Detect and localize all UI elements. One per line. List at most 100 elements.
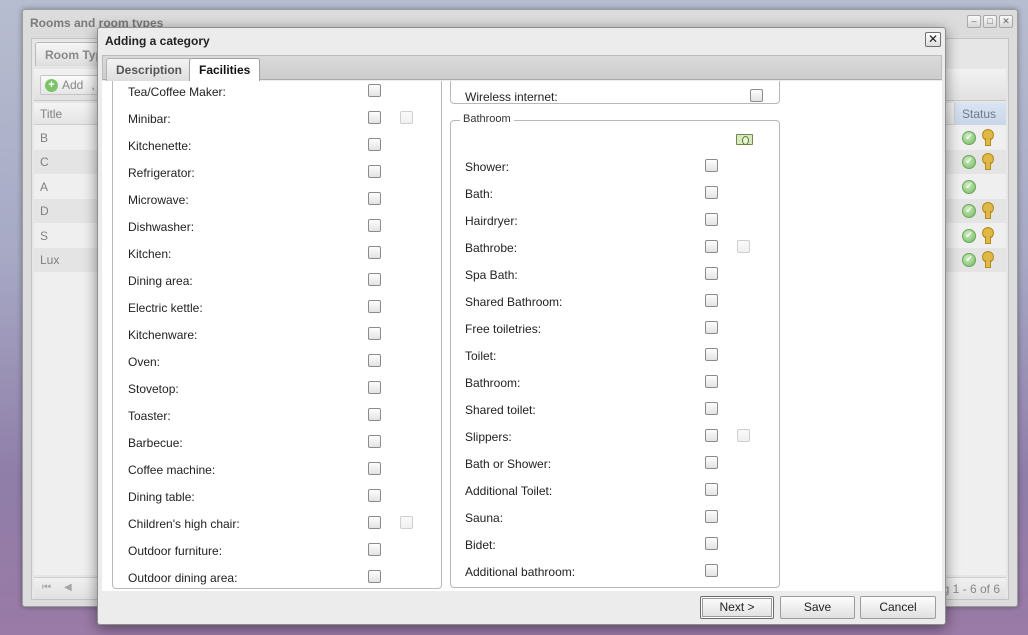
- status-ok-icon: [962, 199, 976, 223]
- key-icon: [981, 153, 994, 171]
- facility-checkbox[interactable]: [368, 462, 381, 475]
- facility-checkbox[interactable]: [705, 564, 718, 577]
- facility-checkbox[interactable]: [705, 240, 718, 253]
- facility-row: Bathroom:: [465, 374, 765, 394]
- facility-checkbox[interactable]: [705, 186, 718, 199]
- facility-checkbox[interactable]: [705, 483, 718, 496]
- dialog-close-button[interactable]: ✕: [925, 32, 941, 47]
- facility-label: Children's high chair:: [128, 517, 240, 531]
- status-ok-icon: [962, 126, 976, 150]
- facility-checkbox[interactable]: [368, 408, 381, 421]
- facility-checkbox[interactable]: [368, 219, 381, 232]
- first-page-icon[interactable]: ⏮: [42, 582, 54, 594]
- facility-row: Kitchenware:: [128, 326, 428, 346]
- column-header-status[interactable]: Status ▼: [954, 103, 1006, 142]
- facility-label: Barbecue:: [128, 436, 183, 450]
- facility-row: Electric kettle:: [128, 299, 428, 319]
- facility-row: Toaster:: [128, 407, 428, 427]
- facility-row: Bath:: [465, 185, 765, 205]
- facility-row: Refrigerator:: [128, 164, 428, 184]
- extra-charge-checkbox[interactable]: [400, 111, 413, 124]
- add-separator: ,: [91, 78, 95, 92]
- facility-checkbox[interactable]: [368, 516, 381, 529]
- extra-charge-checkbox[interactable]: [737, 429, 750, 442]
- facility-checkbox[interactable]: [705, 213, 718, 226]
- facility-checkbox[interactable]: [705, 321, 718, 334]
- facility-checkbox[interactable]: [368, 192, 381, 205]
- facility-label: Bathroom:: [465, 376, 521, 390]
- facility-row: Barbecue:: [128, 434, 428, 454]
- facility-label: Dining area:: [128, 274, 193, 288]
- facility-label: Tea/Coffee Maker:: [128, 85, 226, 99]
- facility-row: Hairdryer:: [465, 212, 765, 232]
- facility-label: Outdoor furniture:: [128, 544, 223, 558]
- dialog-title: Adding a category: [105, 34, 210, 48]
- facility-checkbox[interactable]: [368, 570, 381, 583]
- facility-checkbox[interactable]: [368, 273, 381, 286]
- extra-charge-checkbox[interactable]: [400, 516, 413, 529]
- money-icon: [736, 134, 753, 145]
- facility-checkbox[interactable]: [368, 300, 381, 313]
- facility-row: Dishwasher:: [128, 218, 428, 238]
- facility-row: Kitchenette:: [128, 137, 428, 157]
- facility-checkbox[interactable]: [368, 435, 381, 448]
- facility-checkbox[interactable]: [368, 138, 381, 151]
- next-button[interactable]: Next >: [700, 596, 774, 619]
- status-ok-icon: [962, 224, 976, 248]
- maximize-button[interactable]: □: [983, 15, 997, 28]
- facility-row: Bidet:: [465, 536, 765, 556]
- minimize-button[interactable]: –: [967, 15, 981, 28]
- facility-checkbox[interactable]: [705, 456, 718, 469]
- facility-row: Outdoor dining area:: [128, 569, 428, 589]
- facility-checkbox[interactable]: [750, 89, 763, 102]
- bathroom-legend: Bathroom: [460, 113, 514, 125]
- facility-checkbox[interactable]: [368, 354, 381, 367]
- add-button[interactable]: + Add ,: [40, 75, 102, 95]
- extra-charge-checkbox[interactable]: [737, 240, 750, 253]
- facility-label: Kitchen:: [128, 247, 172, 261]
- facility-checkbox[interactable]: [368, 84, 381, 97]
- tab-facilities[interactable]: Facilities: [189, 58, 261, 82]
- facility-label: Dining table:: [128, 490, 195, 504]
- facility-checkbox[interactable]: [368, 165, 381, 178]
- facility-checkbox[interactable]: [368, 327, 381, 340]
- facility-checkbox[interactable]: [705, 375, 718, 388]
- facility-checkbox[interactable]: [705, 267, 718, 280]
- facility-checkbox[interactable]: [368, 381, 381, 394]
- row-title: S: [40, 228, 49, 243]
- facility-label: Minibar:: [128, 112, 171, 126]
- facility-row: Spa Bath:: [465, 266, 765, 286]
- facility-label: Microwave:: [128, 193, 189, 207]
- facility-checkbox[interactable]: [368, 489, 381, 502]
- facility-checkbox[interactable]: [705, 294, 718, 307]
- facility-checkbox[interactable]: [705, 159, 718, 172]
- row-title: B: [40, 131, 49, 145]
- cancel-button[interactable]: Cancel: [860, 596, 936, 619]
- facility-label: Bathrobe:: [465, 241, 518, 255]
- kitchen-panel: Tea/Coffee Maker: Minibar: Kitchenette: Ref…: [112, 81, 442, 589]
- key-icon: [981, 251, 994, 268]
- facility-row: Sauna:: [465, 509, 765, 529]
- column-header-title[interactable]: Title: [40, 107, 62, 121]
- facility-checkbox[interactable]: [705, 429, 718, 442]
- facility-checkbox[interactable]: [705, 510, 718, 523]
- status-ok-icon: [962, 175, 976, 199]
- facility-checkbox[interactable]: [368, 543, 381, 556]
- facility-label: Kitchenware:: [128, 328, 198, 342]
- facility-checkbox[interactable]: [705, 537, 718, 550]
- facility-label: Bath or Shower:: [465, 457, 552, 471]
- prev-page-icon[interactable]: ◀: [64, 582, 76, 594]
- facility-row: Dining area:: [128, 272, 428, 292]
- facility-checkbox[interactable]: [368, 111, 381, 124]
- facility-checkbox[interactable]: [368, 246, 381, 259]
- facility-row: Coffee machine:: [128, 461, 428, 481]
- tab-description[interactable]: Description: [106, 58, 193, 81]
- status-ok-icon: [962, 150, 976, 174]
- window-close-button[interactable]: ✕: [999, 15, 1013, 28]
- facility-checkbox[interactable]: [705, 348, 718, 361]
- facility-checkbox[interactable]: [705, 402, 718, 415]
- facilities-content: Tea/Coffee Maker: Minibar: Kitchenette: Ref…: [102, 81, 942, 591]
- save-button[interactable]: Save: [780, 596, 855, 619]
- facility-label: Slippers:: [465, 430, 512, 444]
- dialog-tabbar: Description Facilities: [102, 55, 942, 82]
